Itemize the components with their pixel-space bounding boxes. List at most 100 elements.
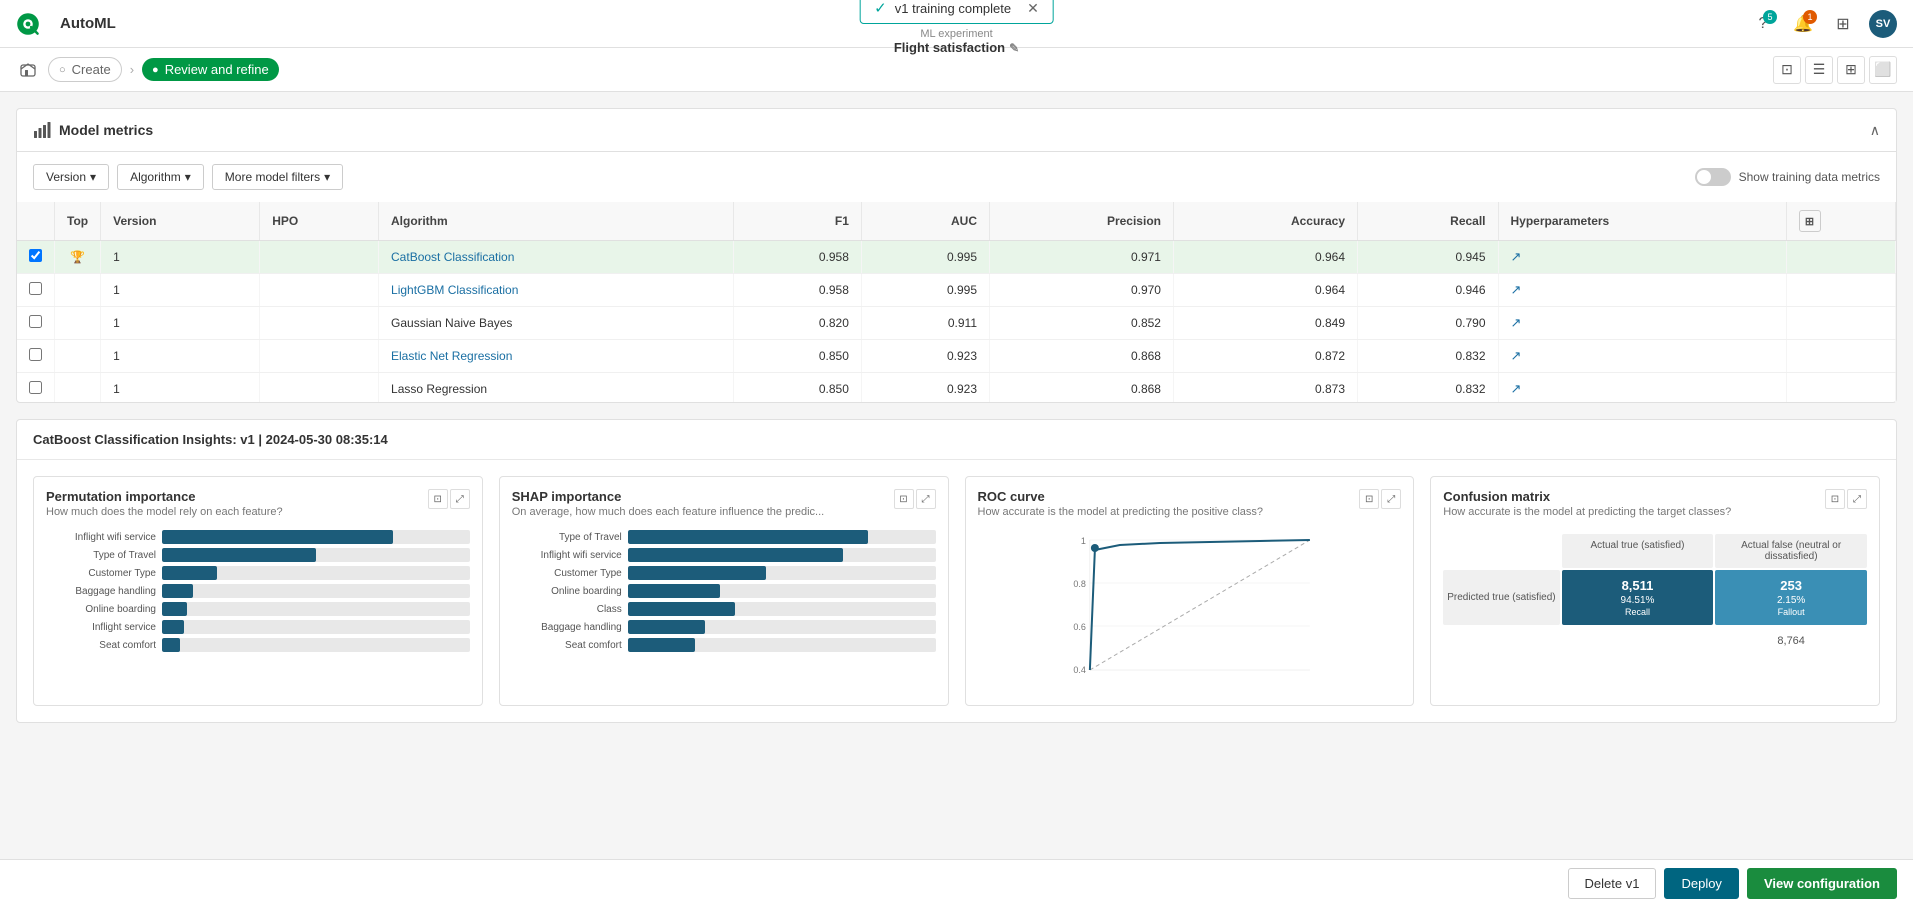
row-checkbox[interactable] xyxy=(29,381,42,394)
roc-svg: 1 0.8 0.6 0.4 xyxy=(978,530,1402,693)
toast-message: v1 training complete xyxy=(895,1,1011,16)
bar-row: Inflight wifi service xyxy=(46,530,470,544)
chart-header: Permutation importance How much does the… xyxy=(46,489,470,526)
chart-icons: ⊡ ⤢ xyxy=(1359,489,1401,509)
hyperparams-cell: ↗ xyxy=(1498,373,1786,403)
auc-cell: 0.995 xyxy=(861,274,989,307)
apps-grid-button[interactable]: ⊞ xyxy=(1829,10,1857,38)
more-filters[interactable]: More model filters ▾ xyxy=(212,164,343,190)
bar-fill xyxy=(628,638,696,652)
toggle-switch[interactable] xyxy=(1695,168,1731,186)
help-button[interactable]: ? 5 xyxy=(1749,10,1777,38)
cm-tp-label: Recall xyxy=(1566,607,1710,617)
hyperparams-link[interactable]: ↗ xyxy=(1511,348,1522,363)
chart-fullscreen-icon[interactable]: ⤢ xyxy=(916,489,936,509)
svg-text:0.6: 0.6 xyxy=(1073,622,1086,632)
row-checkbox[interactable] xyxy=(29,282,42,295)
auc-cell: 0.923 xyxy=(861,340,989,373)
confusion-subtitle: How accurate is the model at predicting … xyxy=(1443,506,1731,518)
col-header-recall: Recall xyxy=(1358,202,1499,241)
view-configuration-button[interactable]: View configuration xyxy=(1747,868,1897,899)
view-icon-2[interactable]: ☰ xyxy=(1805,56,1833,84)
cm-tp-cell: 8,511 94.51% Recall xyxy=(1562,570,1714,625)
chart-fullscreen-icon[interactable]: ⤢ xyxy=(1847,489,1867,509)
top-cell: 🏆 xyxy=(55,241,101,274)
bar-row: Seat comfort xyxy=(512,638,936,652)
bar-fill xyxy=(628,530,868,544)
recall-cell: 0.945 xyxy=(1358,241,1499,274)
step-create[interactable]: ○ Create xyxy=(48,57,122,82)
shap-chart: SHAP importance On average, how much doe… xyxy=(499,476,949,706)
delete-button[interactable]: Delete v1 xyxy=(1568,868,1657,899)
hyperparams-link[interactable]: ↗ xyxy=(1511,282,1522,297)
section-title: Model metrics xyxy=(33,121,153,139)
algorithm-link[interactable]: Elastic Net Regression xyxy=(391,349,512,363)
filters-row: Version ▾ Algorithm ▾ More model filters… xyxy=(17,152,1896,202)
algorithm-link[interactable]: CatBoost Classification xyxy=(391,250,514,264)
cm-fp-label: Fallout xyxy=(1719,607,1863,617)
chart-expand-icon[interactable]: ⊡ xyxy=(1359,489,1379,509)
hyperparams-link[interactable]: ↗ xyxy=(1511,381,1522,396)
chart-expand-icon[interactable]: ⊡ xyxy=(428,489,448,509)
bar-row: Customer Type xyxy=(46,566,470,580)
view-icons: ⊡ ☰ ⊞ ⬜ xyxy=(1773,56,1897,84)
step-review-label: Review and refine xyxy=(165,62,269,77)
row-checkbox[interactable] xyxy=(29,249,42,262)
chevron-down-icon: ▾ xyxy=(324,170,330,184)
hyperparams-link[interactable]: ↗ xyxy=(1511,249,1522,264)
version-filter[interactable]: Version ▾ xyxy=(33,164,109,190)
col-header-hpo: HPO xyxy=(260,202,379,241)
col-header-actions: ⊞ xyxy=(1786,202,1895,241)
hyperparams-link[interactable]: ↗ xyxy=(1511,315,1522,330)
chart-header: Confusion matrix How accurate is the mod… xyxy=(1443,489,1867,526)
edit-icon[interactable]: ✎ xyxy=(1009,41,1019,55)
accuracy-cell: 0.849 xyxy=(1173,307,1357,340)
actions-cell xyxy=(1786,307,1895,340)
bar-row: Baggage handling xyxy=(46,584,470,598)
collapse-button[interactable]: ∧ xyxy=(1870,122,1880,139)
chart-fullscreen-icon[interactable]: ⤢ xyxy=(450,489,470,509)
chart-fullscreen-icon[interactable]: ⤢ xyxy=(1381,489,1401,509)
bar-label: Inflight wifi service xyxy=(46,532,156,543)
toggle-label: Show training data metrics xyxy=(1739,170,1880,184)
chart-expand-icon[interactable]: ⊡ xyxy=(1825,489,1845,509)
bar-row: Class xyxy=(512,602,936,616)
toast-close-button[interactable]: ✕ xyxy=(1027,0,1039,17)
avatar[interactable]: SV xyxy=(1869,10,1897,38)
f1-cell: 0.958 xyxy=(733,274,861,307)
chart-icons: ⊡ ⤢ xyxy=(1825,489,1867,509)
algorithm-filter[interactable]: Algorithm ▾ xyxy=(117,164,204,190)
bar-label: Seat comfort xyxy=(46,640,156,651)
bar-label: Type of Travel xyxy=(512,532,622,543)
row-checkbox[interactable] xyxy=(29,315,42,328)
hpo-cell xyxy=(260,241,379,274)
deploy-button[interactable]: Deploy xyxy=(1664,868,1738,899)
navbar: AutoML ✓ v1 training complete ✕ ML exper… xyxy=(0,0,1913,48)
bar-fill xyxy=(162,620,184,634)
bar-label: Baggage handling xyxy=(512,622,622,633)
col-header-top: Top xyxy=(55,202,101,241)
view-icon-4[interactable]: ⬜ xyxy=(1869,56,1897,84)
step-review-refine[interactable]: ● Review and refine xyxy=(142,58,279,81)
bar-fill xyxy=(162,566,217,580)
view-icon-1[interactable]: ⊡ xyxy=(1773,56,1801,84)
row-checkbox[interactable] xyxy=(29,348,42,361)
bar-fill xyxy=(628,566,766,580)
roc-chart: ROC curve How accurate is the model at p… xyxy=(965,476,1415,706)
accuracy-cell: 0.964 xyxy=(1173,241,1357,274)
recall-cell: 0.832 xyxy=(1358,373,1499,403)
model-metrics-section: Model metrics ∧ Version ▾ Algorithm ▾ Mo… xyxy=(16,108,1897,403)
bar-track xyxy=(162,638,470,652)
home-icon[interactable] xyxy=(16,58,40,82)
actions-cell xyxy=(1786,241,1895,274)
column-config-icon[interactable]: ⊞ xyxy=(1799,210,1821,232)
chart-expand-icon[interactable]: ⊡ xyxy=(894,489,914,509)
step-create-label: Create xyxy=(72,62,111,77)
insights-title: CatBoost Classification Insights: v1 | 2… xyxy=(17,420,1896,460)
version-cell: 1 xyxy=(101,373,260,403)
view-icon-3[interactable]: ⊞ xyxy=(1837,56,1865,84)
notifications-button[interactable]: 🔔 1 xyxy=(1789,10,1817,38)
toast-notification: ✓ v1 training complete ✕ xyxy=(859,0,1054,24)
shap-subtitle: On average, how much does each feature i… xyxy=(512,506,824,518)
algorithm-link[interactable]: LightGBM Classification xyxy=(391,283,518,297)
